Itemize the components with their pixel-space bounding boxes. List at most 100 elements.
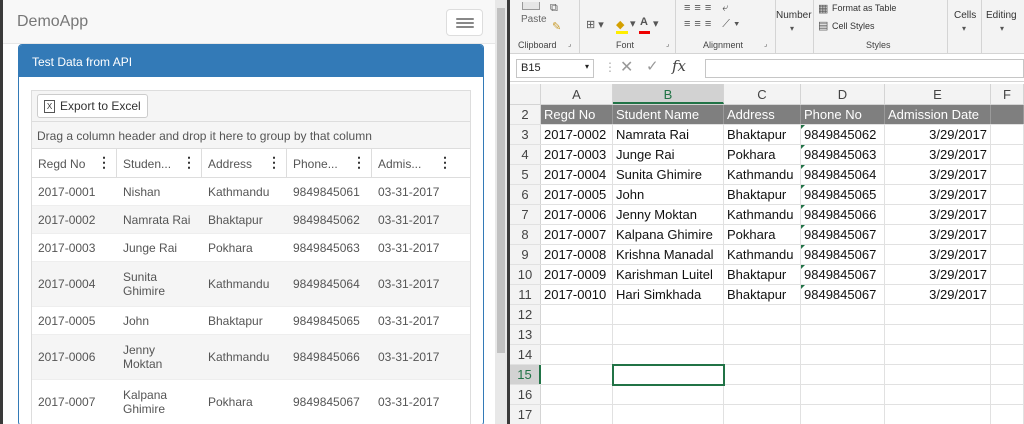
sheet-cell[interactable]: 3/29/2017 <box>885 145 991 164</box>
sheet-cell[interactable] <box>724 325 801 344</box>
row-header[interactable]: 11 <box>510 285 541 304</box>
fill-color-icon[interactable]: ◆ <box>616 18 624 31</box>
sheet-cell[interactable]: Namrata Rai <box>613 125 724 144</box>
sheet-cell[interactable]: 9849845067 <box>801 265 885 284</box>
sheet-cell[interactable]: Jenny Moktan <box>613 205 724 224</box>
sheet-cell[interactable] <box>885 385 991 404</box>
editing-button[interactable]: Editing <box>986 10 1017 21</box>
browser-scrollbar[interactable] <box>495 0 507 424</box>
sheet-cell[interactable] <box>885 345 991 364</box>
sheet-cell[interactable] <box>724 305 801 324</box>
row-header[interactable]: 7 <box>510 205 541 224</box>
sheet-cell[interactable]: 9849845067 <box>801 285 885 304</box>
sheet-cell[interactable]: 9849845067 <box>801 225 885 244</box>
worksheet[interactable]: ABCDEF 2 Regd No Student Name Address Phone … <box>510 84 1024 424</box>
row-header[interactable]: 12 <box>510 305 541 324</box>
table-row[interactable]: 2017-0005 John Bhaktapur 9849845065 03-31-20… <box>32 307 470 335</box>
column-menu-icon[interactable]: ⋮ <box>267 154 281 171</box>
sheet-cell[interactable] <box>613 365 724 384</box>
export-excel-button[interactable]: X Export to Excel <box>37 94 148 118</box>
sheet-cell[interactable] <box>613 405 724 424</box>
sheet-cell[interactable] <box>991 145 1024 164</box>
row-header[interactable]: 3 <box>510 125 541 144</box>
column-menu-icon[interactable]: ⋮ <box>182 154 196 171</box>
sheet-cell[interactable]: Junge Rai <box>613 145 724 164</box>
dialog-launcher-icon[interactable]: ⌟ <box>666 40 669 48</box>
sheet-cell[interactable] <box>885 365 991 384</box>
sheet-cell[interactable] <box>541 325 613 344</box>
sheet-cell[interactable]: 2017-0008 <box>541 245 613 264</box>
sheet-cell[interactable] <box>724 365 801 384</box>
sheet-cell[interactable] <box>991 105 1024 124</box>
sheet-cell[interactable]: 2017-0003 <box>541 145 613 164</box>
cancel-icon[interactable]: ✕ <box>620 57 633 77</box>
font-color-icon[interactable]: A <box>640 16 648 28</box>
number-dropdown-icon[interactable]: ▾ <box>790 24 794 33</box>
hamburger-menu-button[interactable] <box>446 9 483 36</box>
copy-icon[interactable]: ⧉ <box>550 2 558 15</box>
sheet-cell[interactable] <box>801 305 885 324</box>
sheet-cell[interactable] <box>801 385 885 404</box>
sheet-cell[interactable]: 3/29/2017 <box>885 225 991 244</box>
sheet-cell[interactable] <box>991 305 1024 324</box>
sheet-cell[interactable]: 3/29/2017 <box>885 265 991 284</box>
group-drop-area[interactable]: Drag a column header and drop it here to… <box>32 122 470 149</box>
select-all-corner[interactable] <box>510 84 541 104</box>
sheet-cell[interactable]: 3/29/2017 <box>885 165 991 184</box>
sheet-cell[interactable]: 3/29/2017 <box>885 185 991 204</box>
sheet-cell[interactable]: John <box>613 185 724 204</box>
sheet-cell[interactable] <box>991 365 1024 384</box>
sheet-cell[interactable]: Bhaktapur <box>724 125 801 144</box>
sheet-cell[interactable] <box>991 345 1024 364</box>
table-row[interactable]: 2017-0003 Junge Rai Pokhara 9849845063 03-31… <box>32 234 470 262</box>
sheet-cell[interactable]: Bhaktapur <box>724 285 801 304</box>
row-header[interactable]: 6 <box>510 185 541 204</box>
dialog-launcher-icon[interactable]: ⌟ <box>568 40 571 48</box>
table-row[interactable]: 2017-0001 Nishan Kathmandu 9849845061 03-31-… <box>32 178 470 206</box>
cells-dropdown-icon[interactable]: ▾ <box>962 24 966 33</box>
sheet-cell[interactable]: Sunita Ghimire <box>613 165 724 184</box>
indent-icons[interactable]: ≡≡≡ ⟋▾ <box>684 18 743 31</box>
column-header-d[interactable]: D <box>801 84 885 104</box>
row-header[interactable]: 15 <box>510 365 541 384</box>
sheet-cell[interactable] <box>541 365 613 384</box>
sheet-cell[interactable] <box>801 345 885 364</box>
sheet-cell[interactable]: Kalpana Ghimire <box>613 225 724 244</box>
sheet-cell[interactable] <box>991 165 1024 184</box>
sheet-cell[interactable] <box>801 405 885 424</box>
sheet-cell[interactable] <box>885 325 991 344</box>
sheet-cell[interactable]: 2017-0002 <box>541 125 613 144</box>
row-header[interactable]: 17 <box>510 405 541 424</box>
borders-icon[interactable]: ⊞ ▾ <box>586 18 604 31</box>
sheet-cell[interactable] <box>724 405 801 424</box>
column-menu-icon[interactable]: ⋮ <box>438 154 452 171</box>
row-header[interactable]: 16 <box>510 385 541 404</box>
sheet-cell[interactable] <box>991 285 1024 304</box>
formula-input[interactable] <box>705 59 1024 78</box>
sheet-cell[interactable] <box>724 385 801 404</box>
sheet-cell[interactable] <box>541 345 613 364</box>
scrollbar-thumb[interactable] <box>497 8 505 353</box>
grid-column-header[interactable]: Regd No ⋮ <box>32 149 117 177</box>
sheet-cell[interactable] <box>885 305 991 324</box>
sheet-cell[interactable] <box>991 265 1024 284</box>
sheet-cell[interactable] <box>541 305 613 324</box>
grid-column-header[interactable]: Address ⋮ <box>202 149 287 177</box>
sheet-cell[interactable]: 2017-0007 <box>541 225 613 244</box>
paste-button[interactable]: Paste <box>521 14 547 25</box>
sheet-cell[interactable]: 9849845064 <box>801 165 885 184</box>
row-header[interactable]: 10 <box>510 265 541 284</box>
sheet-cell[interactable]: 9849845063 <box>801 145 885 164</box>
sheet-cell[interactable]: 9849845062 <box>801 125 885 144</box>
sheet-cell[interactable]: Student Name <box>613 105 724 124</box>
sheet-cell[interactable]: Admission Date <box>885 105 991 124</box>
sheet-cell[interactable]: 2017-0009 <box>541 265 613 284</box>
editing-dropdown-icon[interactable]: ▾ <box>1000 24 1004 33</box>
sheet-cell[interactable] <box>991 245 1024 264</box>
sheet-cell[interactable]: 3/29/2017 <box>885 245 991 264</box>
sheet-cell[interactable] <box>991 325 1024 344</box>
sheet-cell[interactable] <box>991 185 1024 204</box>
grid-column-header[interactable]: Phone... ⋮ <box>287 149 372 177</box>
sheet-cell[interactable]: Pokhara <box>724 145 801 164</box>
sheet-cell[interactable] <box>801 365 885 384</box>
